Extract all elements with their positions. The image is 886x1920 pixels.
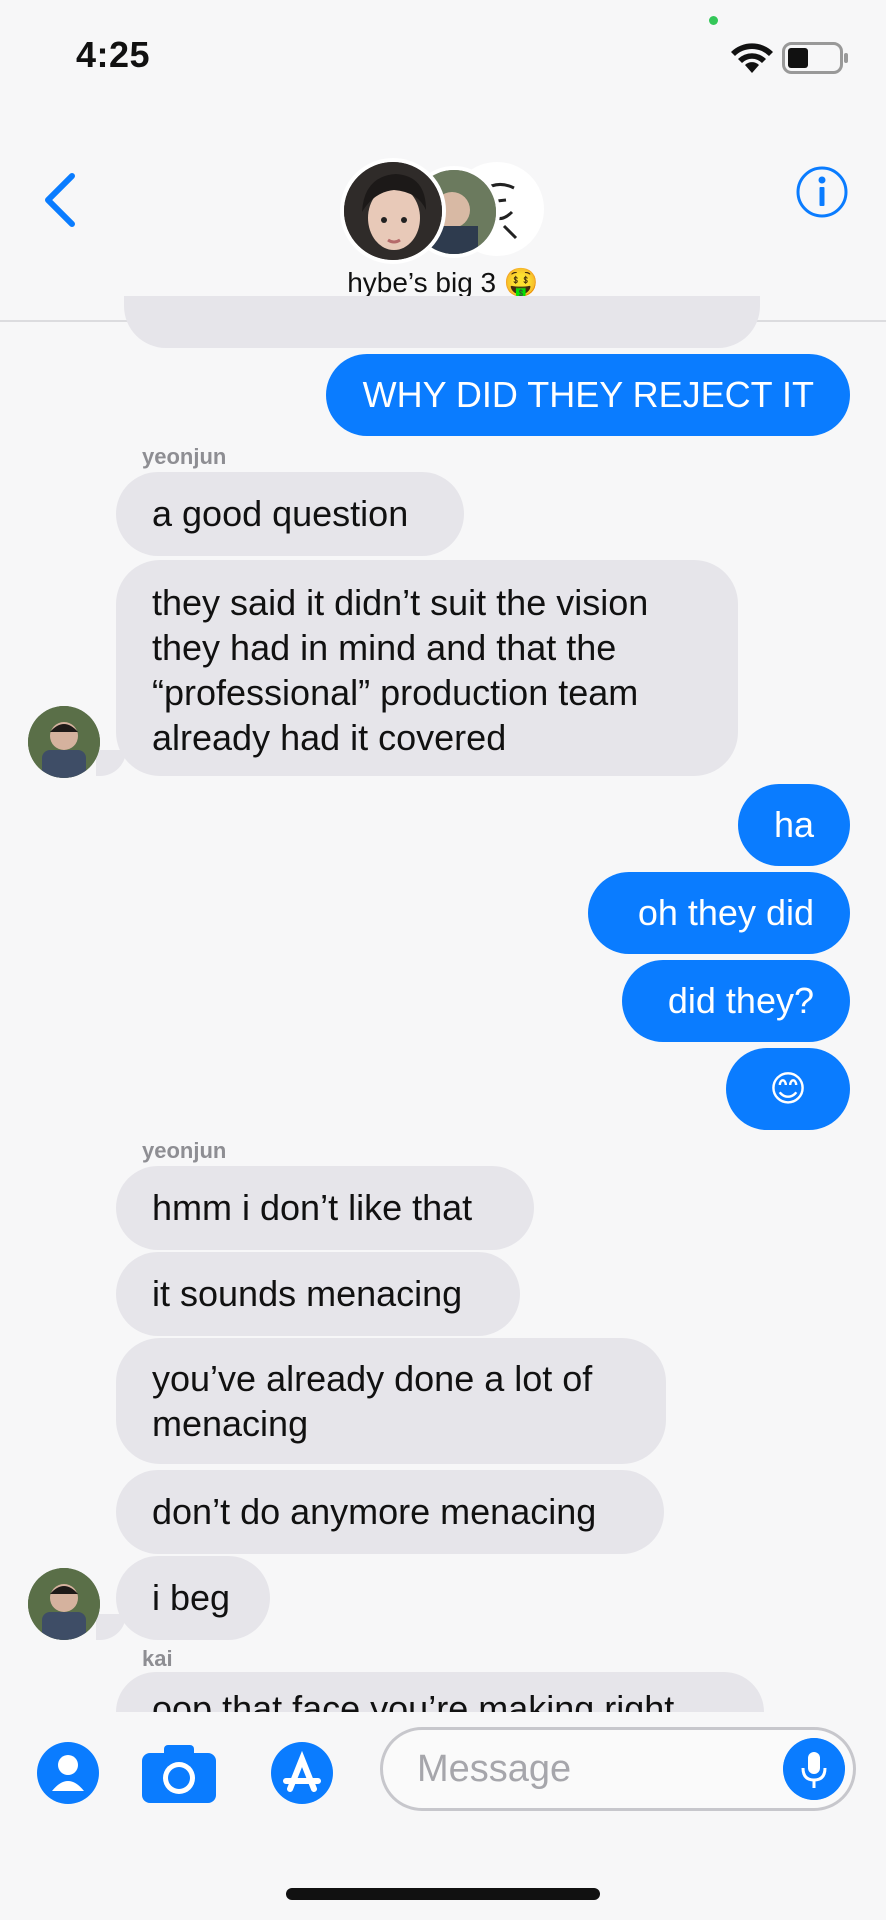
message-bubble-outgoing[interactable]: ha bbox=[738, 784, 850, 866]
message-bubble-clipped bbox=[124, 296, 760, 348]
message-bubble-incoming[interactable]: you’ve already done a lot of menacing bbox=[116, 1338, 666, 1464]
home-indicator bbox=[286, 1888, 600, 1900]
message-bubble-incoming[interactable]: a good question bbox=[116, 472, 464, 556]
sender-name: kai bbox=[142, 1646, 173, 1671]
message-bubble-outgoing[interactable]: 😊 bbox=[726, 1048, 850, 1130]
message-bubble-incoming[interactable]: hmm i don’t like that bbox=[116, 1166, 534, 1250]
microphone-icon[interactable] bbox=[783, 1738, 845, 1800]
sender-avatar-yeonjun[interactable] bbox=[28, 706, 100, 778]
app-store-icon[interactable] bbox=[262, 1741, 342, 1805]
message-text: oh they did bbox=[637, 892, 814, 933]
sender-name: yeonjun bbox=[142, 1138, 227, 1163]
bubble-tail bbox=[96, 1614, 126, 1640]
message-bubble-outgoing[interactable]: WHY DID THEY REJECT IT bbox=[326, 354, 850, 436]
camera-icon[interactable] bbox=[140, 1741, 218, 1805]
group-avatars[interactable] bbox=[340, 158, 544, 268]
message-bubble-incoming[interactable]: i beg bbox=[116, 1556, 270, 1640]
back-chevron-icon[interactable] bbox=[40, 170, 80, 230]
message-text: did they? bbox=[667, 980, 814, 1021]
compose-bar: Message bbox=[0, 1705, 886, 1835]
battery-icon bbox=[782, 42, 848, 74]
info-icon[interactable] bbox=[795, 165, 849, 219]
bubble-tail bbox=[96, 750, 126, 776]
wifi-icon bbox=[731, 43, 773, 73]
sender-name: yeonjun bbox=[142, 444, 227, 469]
message-text: ha bbox=[774, 804, 815, 845]
message-text: it sounds menacing bbox=[152, 1273, 463, 1314]
conversation-header: hybe’s big 3 🤑 bbox=[0, 110, 886, 322]
message-text: i beg bbox=[152, 1577, 231, 1618]
message-bubble-incoming[interactable]: don’t do anymore menacing bbox=[116, 1470, 664, 1554]
message-text: a good question bbox=[152, 493, 409, 534]
message-bubble-outgoing[interactable]: did they? bbox=[622, 960, 850, 1042]
message-text: hmm i don’t like that bbox=[152, 1187, 473, 1228]
message-bubble-outgoing[interactable]: oh they did bbox=[588, 872, 850, 954]
message-text: WHY DID THEY REJECT IT bbox=[362, 374, 814, 415]
message-text: you’ve already done a lot of menacing bbox=[152, 1358, 593, 1444]
contact-icon[interactable] bbox=[36, 1741, 100, 1805]
message-text: 😊 bbox=[769, 1068, 807, 1109]
message-text: they said it didn’t suit the vision they… bbox=[152, 582, 649, 758]
message-input[interactable]: Message bbox=[380, 1727, 856, 1811]
status-time: 4:25 bbox=[76, 34, 151, 75]
member-avatar-1 bbox=[340, 158, 446, 264]
message-bubble-incoming[interactable]: they said it didn’t suit the vision they… bbox=[116, 560, 738, 776]
message-bubble-incoming[interactable]: it sounds menacing bbox=[116, 1252, 520, 1336]
privacy-indicator-dot bbox=[709, 16, 718, 25]
message-placeholder: Message bbox=[417, 1748, 572, 1790]
status-bar: 4:25 bbox=[0, 0, 886, 110]
group-title[interactable]: hybe’s big 3 🤑 bbox=[0, 266, 886, 299]
message-text: don’t do anymore menacing bbox=[152, 1491, 597, 1532]
sender-avatar-yeonjun[interactable] bbox=[28, 1568, 100, 1640]
